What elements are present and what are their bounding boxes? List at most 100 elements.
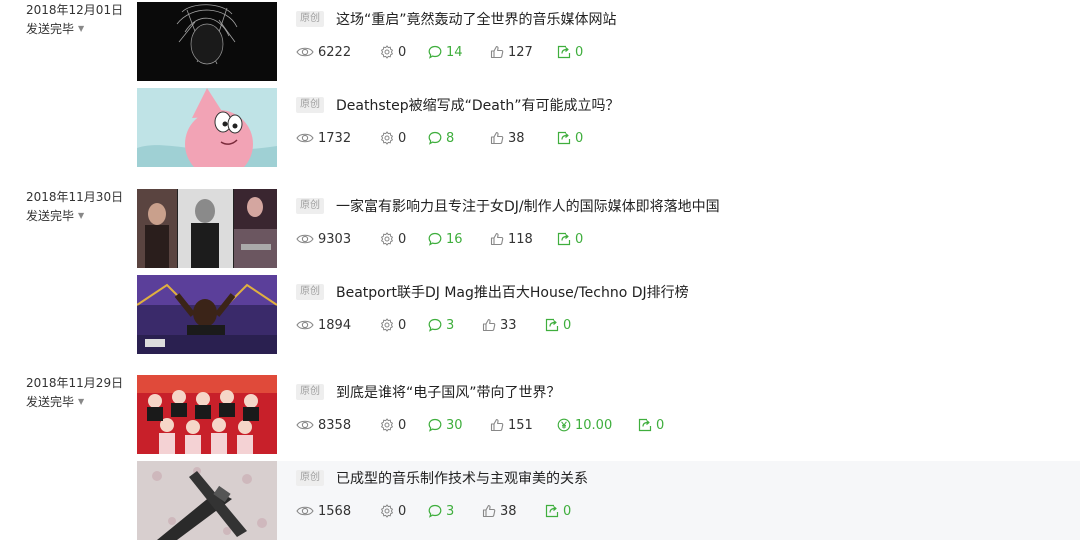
eye-icon [296, 505, 314, 517]
share-count-value: 0 [398, 317, 407, 333]
send-status-dropdown[interactable]: 发送完毕 ▼ [26, 21, 136, 39]
repost-count[interactable]: 0 [557, 128, 583, 148]
date-column: 2018年12月01日 发送完毕 ▼ [26, 2, 136, 39]
article-title-link[interactable]: 已成型的音乐制作技术与主观审美的关系 [336, 468, 588, 488]
comment-icon [428, 418, 442, 432]
comment-icon [428, 232, 442, 246]
comment-count-value: 3 [446, 503, 455, 519]
date-column: 2018年11月29日 发送完毕 ▼ [26, 375, 136, 412]
comment-count-value: 30 [446, 417, 463, 433]
comment-icon [428, 504, 442, 518]
reward-amount[interactable]: 10.00 [557, 415, 638, 435]
article-thumbnail[interactable] [137, 88, 277, 167]
original-badge: 原创 [296, 11, 324, 27]
chevron-down-icon: ▼ [78, 397, 85, 406]
gear-icon [380, 232, 394, 246]
eye-icon [296, 233, 314, 245]
article-title-link[interactable]: 一家富有影响力且专注于女DJ/制作人的国际媒体即将落地中国 [336, 196, 720, 216]
gear-icon [380, 45, 394, 59]
share-count: 0 [380, 501, 428, 521]
original-badge: 原创 [296, 284, 324, 300]
comment-count[interactable]: 3 [428, 501, 482, 521]
repost-count-value: 0 [563, 503, 572, 519]
thumbs-up-icon [490, 45, 504, 59]
view-count: 1732 [296, 128, 380, 148]
thumbs-up-icon [490, 418, 504, 432]
like-count-value: 33 [500, 317, 517, 333]
comment-count[interactable]: 16 [428, 229, 490, 249]
thumbs-up-icon [482, 504, 496, 518]
article-stats: 8358 0 30 151 10.00 0 [296, 415, 664, 435]
view-count-value: 8358 [318, 417, 352, 433]
comment-icon [428, 318, 442, 332]
comment-count[interactable]: 8 [428, 128, 490, 148]
repost-count[interactable]: 0 [638, 415, 664, 435]
article-row: 原创 这场“重启”竟然轰动了全世界的音乐媒体网站 6222 0 14 127 0 [137, 2, 1080, 81]
comment-icon [428, 131, 442, 145]
comment-count[interactable]: 30 [428, 415, 490, 435]
article-title-row: 原创 到底是谁将“电子国风”带向了世界？ [296, 382, 561, 402]
article-title-link[interactable]: 到底是谁将“电子国风”带向了世界？ [336, 382, 561, 402]
like-count: 127 [490, 42, 557, 62]
article-thumbnail[interactable] [137, 375, 277, 454]
repost-count[interactable]: 0 [545, 501, 571, 521]
article-title-row: 原创 Deathstep被缩写成“Death”有可能成立吗？ [296, 95, 619, 115]
eye-icon [296, 419, 314, 431]
share-count-value: 0 [398, 503, 407, 519]
article-thumbnail[interactable] [137, 461, 277, 540]
article-row: 原创 已成型的音乐制作技术与主观审美的关系 1568 0 3 38 0 [137, 461, 1080, 540]
view-count-value: 1732 [318, 130, 352, 146]
comment-count[interactable]: 3 [428, 315, 482, 335]
repost-count-value: 0 [563, 317, 572, 333]
article-row: 原创 一家富有影响力且专注于女DJ/制作人的国际媒体即将落地中国 9303 0 … [137, 189, 1080, 268]
repost-count[interactable]: 0 [557, 229, 583, 249]
repost-count-value: 0 [575, 44, 584, 60]
article-thumbnail[interactable] [137, 275, 277, 354]
share-count: 0 [380, 415, 428, 435]
view-count-value: 1894 [318, 317, 352, 333]
view-count: 8358 [296, 415, 380, 435]
article-title-link[interactable]: Beatport联手DJ Mag推出百大House/Techno DJ排行榜 [336, 282, 689, 302]
share-count-value: 0 [398, 130, 407, 146]
send-status-dropdown[interactable]: 发送完毕 ▼ [26, 394, 136, 412]
repost-count-value: 0 [656, 417, 665, 433]
view-count: 9303 [296, 229, 380, 249]
article-stats: 1732 0 8 38 0 [296, 128, 583, 148]
reward-amount-value: 10.00 [575, 417, 613, 433]
like-count-value: 38 [500, 503, 517, 519]
view-count: 6222 [296, 42, 380, 62]
article-thumbnail[interactable] [137, 2, 277, 81]
article-title-link[interactable]: Deathstep被缩写成“Death”有可能成立吗？ [336, 95, 619, 115]
yen-icon [557, 418, 571, 432]
comment-count-value: 16 [446, 231, 463, 247]
gear-icon [380, 504, 394, 518]
repost-count[interactable]: 0 [545, 315, 571, 335]
view-count: 1568 [296, 501, 380, 521]
send-status-label: 发送完毕 [26, 209, 75, 223]
share-count-value: 0 [398, 231, 407, 247]
original-badge: 原创 [296, 198, 324, 214]
share-count: 0 [380, 229, 428, 249]
original-badge: 原创 [296, 470, 324, 486]
send-status-label: 发送完毕 [26, 22, 75, 36]
repost-count-value: 0 [575, 231, 584, 247]
article-title-link[interactable]: 这场“重启”竟然轰动了全世界的音乐媒体网站 [336, 9, 617, 29]
like-count: 33 [482, 315, 545, 335]
view-count-value: 9303 [318, 231, 352, 247]
like-count-value: 127 [508, 44, 533, 60]
repost-count-value: 0 [575, 130, 584, 146]
send-status-dropdown[interactable]: 发送完毕 ▼ [26, 208, 136, 226]
share-count-value: 0 [398, 44, 407, 60]
article-thumbnail[interactable] [137, 189, 277, 268]
thumbs-up-icon [490, 131, 504, 145]
thumbs-up-icon [482, 318, 496, 332]
repost-icon [638, 418, 652, 432]
article-stats: 1894 0 3 33 0 [296, 315, 571, 335]
repost-count[interactable]: 0 [557, 42, 583, 62]
comment-count[interactable]: 14 [428, 42, 490, 62]
comment-icon [428, 45, 442, 59]
article-row: 原创 Deathstep被缩写成“Death”有可能成立吗？ 1732 0 8 … [137, 88, 1080, 167]
eye-icon [296, 319, 314, 331]
share-count: 0 [380, 128, 428, 148]
share-count: 0 [380, 42, 428, 62]
